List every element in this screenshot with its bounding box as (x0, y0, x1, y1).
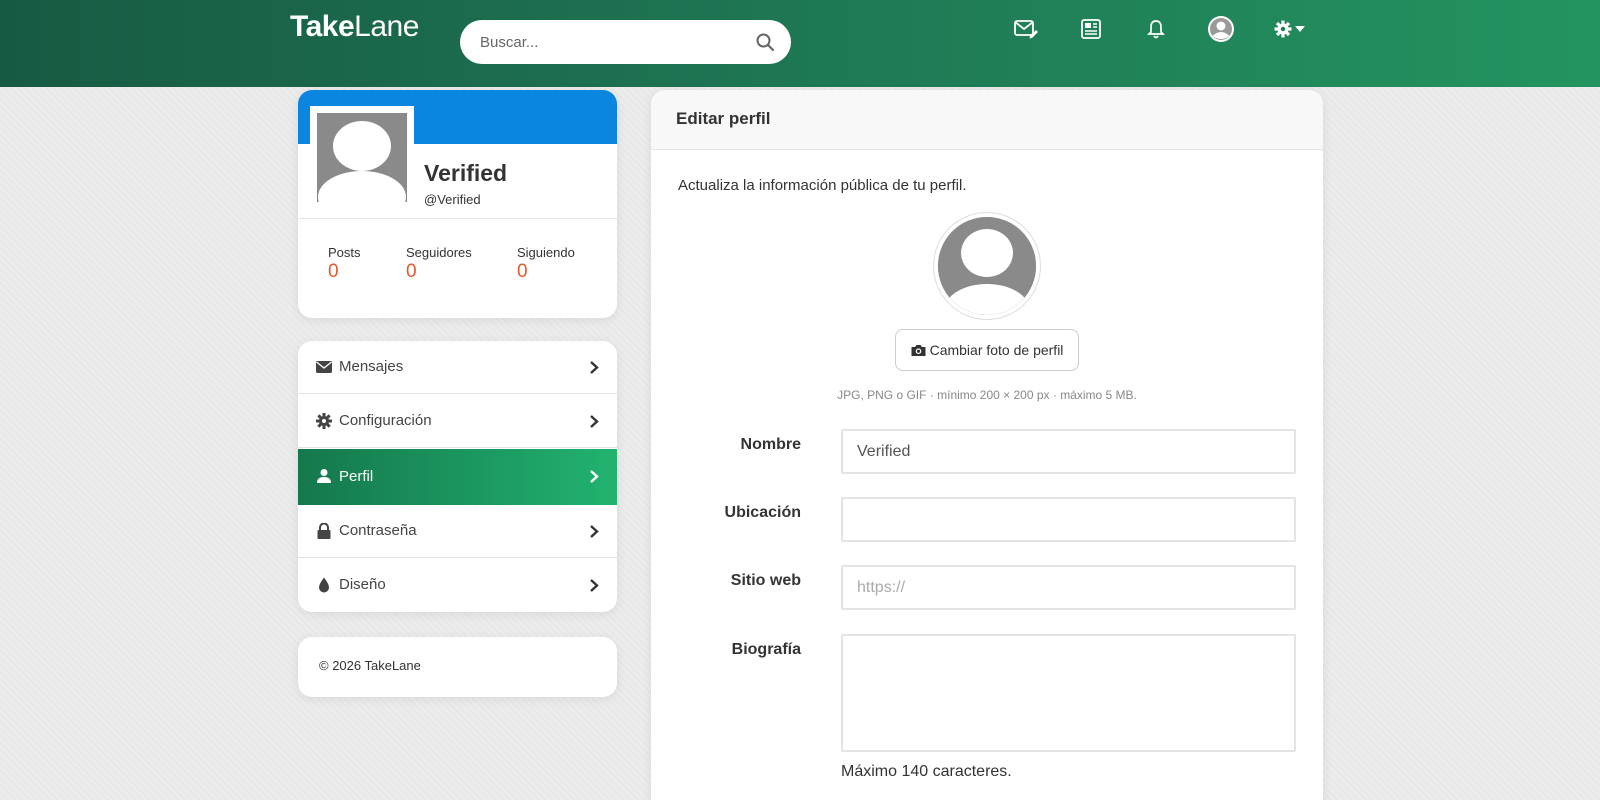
settings-menu: Mensajes Configuración Perfil Contraseña… (298, 341, 617, 612)
menu-item-label: Contraseña (339, 522, 417, 539)
search-input[interactable] (480, 20, 740, 64)
top-navbar: TakeLane (0, 0, 1600, 87)
stat-label: Seguidores (406, 245, 472, 260)
menu-item-mensajes[interactable]: Mensajes (298, 341, 617, 394)
search-box (460, 20, 791, 64)
camera-icon (911, 344, 926, 356)
menu-item-label: Perfil (339, 468, 374, 485)
stat-label: Siguiendo (517, 245, 575, 260)
website-label: Sitio web (730, 572, 801, 589)
profile-divider (298, 218, 617, 219)
stat-value: 0 (406, 261, 417, 282)
bio-char-limit: Máximo 140 caracteres. (841, 763, 1012, 780)
chevron-right-icon (590, 415, 599, 428)
menu-item-configuracion[interactable]: Configuración (298, 395, 617, 448)
stat-posts[interactable]: Posts 0 (328, 245, 361, 283)
intro-text: Actualiza la información pública de tu p… (678, 177, 967, 194)
brand-logo[interactable]: TakeLane (290, 10, 419, 44)
user-avatar-icon[interactable] (1206, 14, 1236, 44)
lock-icon (317, 523, 331, 539)
location-label: Ubicación (724, 504, 801, 521)
name-input[interactable] (841, 429, 1296, 474)
change-photo-button[interactable]: Cambiar foto de perfil (895, 329, 1079, 371)
chevron-right-icon (590, 470, 599, 483)
envelope-icon (316, 361, 332, 373)
bell-icon[interactable] (1141, 14, 1171, 44)
user-icon (317, 469, 331, 483)
name-label: Nombre (740, 436, 801, 453)
bio-label: Biografía (731, 641, 801, 658)
panel-header: Editar perfil (651, 90, 1323, 150)
stat-followers[interactable]: Seguidores 0 (406, 245, 472, 283)
mail-compose-icon[interactable] (1011, 14, 1041, 44)
gear-dropdown-icon[interactable] (1274, 14, 1308, 44)
profile-handle: @Verified (424, 192, 481, 207)
menu-item-perfil[interactable]: Perfil (298, 449, 617, 505)
copyright-text: © 2026 TakeLane (319, 658, 421, 673)
droplet-icon (319, 577, 329, 593)
change-photo-label: Cambiar foto de perfil (929, 342, 1064, 358)
photo-hint: JPG, PNG o GIF · mínimo 200 × 200 px · m… (837, 388, 1137, 402)
news-icon[interactable] (1076, 14, 1106, 44)
location-input[interactable] (841, 497, 1296, 542)
avatar-placeholder-icon (317, 113, 407, 202)
stat-following[interactable]: Siguiendo 0 (517, 245, 575, 283)
stat-value: 0 (517, 261, 528, 282)
edit-profile-panel: Editar perfil Actualiza la información p… (651, 90, 1323, 800)
menu-item-label: Configuración (339, 412, 432, 429)
avatar-placeholder-icon (938, 217, 1036, 315)
menu-item-diseno[interactable]: Diseño (298, 559, 617, 612)
gear-icon (316, 413, 332, 429)
profile-card: Verified @Verified Posts 0 Seguidores 0 … (298, 90, 617, 318)
stat-label: Posts (328, 245, 361, 260)
profile-photo[interactable] (933, 212, 1041, 320)
profile-avatar[interactable] (310, 106, 414, 202)
chevron-right-icon (590, 525, 599, 538)
menu-item-label: Diseño (339, 576, 386, 593)
chevron-right-icon (590, 361, 599, 374)
bio-textarea[interactable] (841, 634, 1296, 752)
panel-title: Editar perfil (676, 109, 771, 128)
website-input[interactable] (841, 565, 1296, 610)
menu-item-label: Mensajes (339, 358, 404, 375)
chevron-right-icon (590, 579, 599, 592)
footer-card: © 2026 TakeLane (298, 637, 617, 697)
stat-value: 0 (328, 261, 339, 282)
menu-item-contrasena[interactable]: Contraseña (298, 505, 617, 558)
search-icon[interactable] (755, 32, 775, 52)
profile-name[interactable]: Verified (424, 160, 507, 187)
